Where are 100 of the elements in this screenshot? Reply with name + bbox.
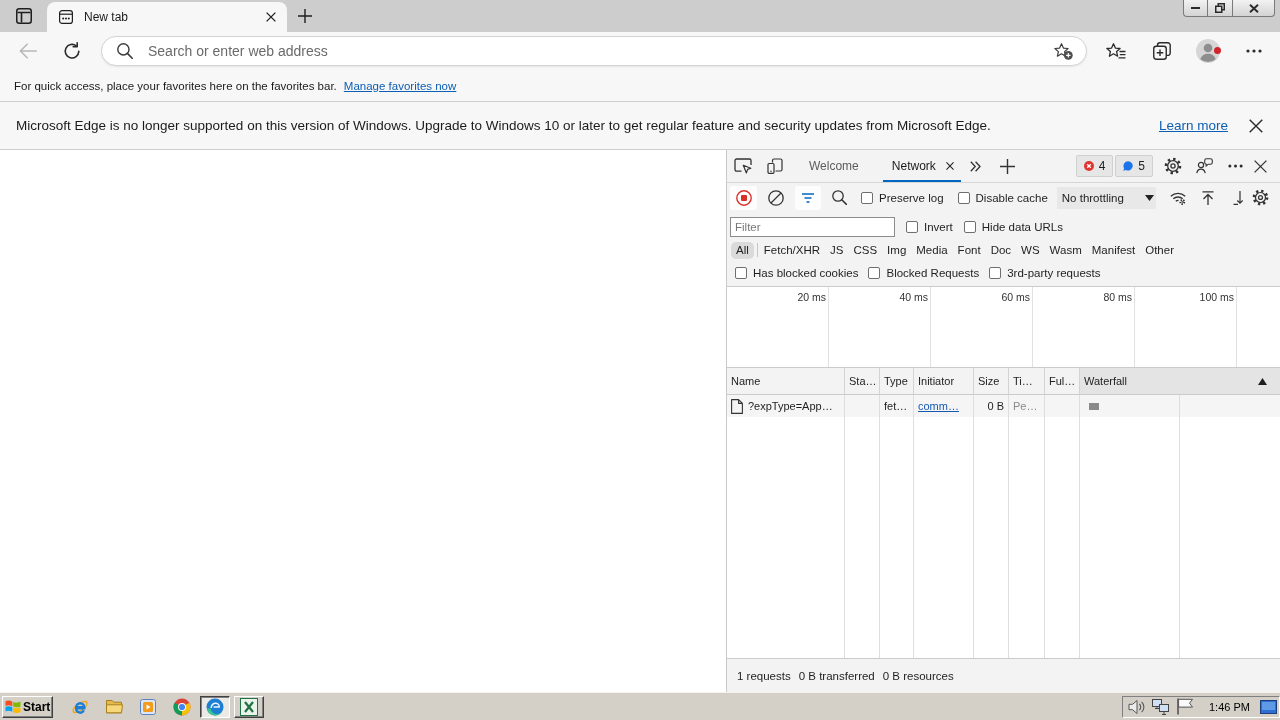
checkbox[interactable] xyxy=(906,220,918,233)
summary-text: 1 requests xyxy=(737,669,791,682)
resource-type-filter[interactable]: Doc xyxy=(985,241,1017,259)
checkbox[interactable] xyxy=(957,191,970,204)
checkbox-label: Invert xyxy=(924,220,953,233)
timeline-tick-label: 80 ms xyxy=(1103,291,1132,303)
plus-icon[interactable] xyxy=(298,9,312,23)
checkbox[interactable] xyxy=(861,191,873,204)
resource-type-filter[interactable]: All xyxy=(731,241,754,259)
timeline-tick-label: 20 ms xyxy=(797,291,826,303)
column-header[interactable]: Waterfall xyxy=(1080,368,1280,394)
monitors-icon[interactable] xyxy=(1152,698,1169,715)
checkbox[interactable] xyxy=(735,266,747,279)
initiator-link[interactable]: comm… xyxy=(918,400,959,412)
more-icon[interactable] xyxy=(1228,164,1243,168)
favorites-hint: For quick access, place your favorites here on the favorites bar. xyxy=(14,79,337,92)
column-header[interactable]: Name xyxy=(727,368,845,394)
notification-message: Microsoft Edge is no longer supported on this version of Windows. Upgrade to Windows 10 or later to get regular feature and security updates from Microsoft Edge. xyxy=(16,118,991,133)
resource-type-filter[interactable]: Media xyxy=(911,241,953,259)
resource-type-filter[interactable]: Manifest xyxy=(1086,241,1141,259)
minimize-button[interactable] xyxy=(1183,0,1208,17)
flag-icon[interactable] xyxy=(1176,698,1194,715)
record-button[interactable] xyxy=(730,185,757,210)
error-counter[interactable]: 4 xyxy=(1075,155,1114,177)
download-icon[interactable] xyxy=(1232,190,1243,205)
double-chevron-icon[interactable] xyxy=(969,160,981,172)
column-header[interactable]: Initiator xyxy=(914,368,974,394)
close-icon[interactable] xyxy=(266,12,276,22)
x-box-icon xyxy=(240,697,258,716)
column-header[interactable]: Sta… xyxy=(845,368,880,394)
clock-time: 1:46 PM xyxy=(1209,700,1250,713)
record-icon xyxy=(735,189,752,206)
speaker-icon[interactable] xyxy=(1128,698,1146,715)
wifi-gear-icon[interactable] xyxy=(1169,190,1186,205)
resource-type-filter[interactable]: CSS xyxy=(848,241,883,259)
folder-icon[interactable] xyxy=(106,699,123,714)
taskbar-button[interactable] xyxy=(200,695,230,718)
phone-tablet-icon[interactable] xyxy=(767,158,783,174)
filter-field[interactable]: Filter xyxy=(730,216,895,237)
resource-type-filter[interactable]: Font xyxy=(952,241,986,259)
checkbox-label: Disable cache xyxy=(975,191,1048,204)
manage-favorites-link[interactable]: Manage favorites now xyxy=(343,79,457,92)
column-header[interactable]: Type xyxy=(880,368,914,394)
address-field[interactable]: Search or enter web address xyxy=(148,43,1054,59)
resource-type-filter[interactable]: JS xyxy=(825,241,849,259)
address-bar[interactable]: Search or enter web address xyxy=(101,36,1087,66)
column-header[interactable]: Size xyxy=(974,368,1009,394)
flag-logo-icon xyxy=(5,699,21,714)
message-counter[interactable]: 5 xyxy=(1115,155,1153,177)
filter-button[interactable] xyxy=(795,185,821,210)
checkbox[interactable] xyxy=(868,266,881,279)
resource-type-filter[interactable]: Img xyxy=(882,241,912,259)
person-bubble-icon[interactable] xyxy=(1196,158,1213,174)
star-plus-icon[interactable] xyxy=(1054,42,1073,60)
resource-type-filter[interactable]: Wasm xyxy=(1044,241,1087,259)
throttling-select[interactable]: No throttling xyxy=(1056,186,1156,209)
resource-type-filter[interactable]: Fetch/XHR xyxy=(758,241,826,259)
settings-icon[interactable] xyxy=(1164,157,1182,175)
resource-type-filter[interactable]: WS xyxy=(1016,241,1045,259)
checkbox[interactable] xyxy=(989,266,1002,279)
browser-tab[interactable]: New tab xyxy=(47,2,287,32)
devtools-tab[interactable]: Network xyxy=(882,150,961,182)
learn-more-link[interactable]: Learn more xyxy=(1158,118,1228,133)
close-icon[interactable] xyxy=(1249,118,1263,133)
start-button[interactable]: Start xyxy=(2,695,53,718)
play-icon[interactable] xyxy=(140,698,156,715)
restore-button[interactable] xyxy=(1208,0,1233,17)
upload-icon[interactable] xyxy=(1201,190,1214,205)
slashed-circle-icon[interactable] xyxy=(768,189,784,206)
summary-text: 0 B transferred xyxy=(798,669,875,682)
devtools-tab[interactable]: Welcome xyxy=(800,150,868,182)
column-header[interactable]: Ti… xyxy=(1009,368,1045,394)
squares-plus-icon[interactable] xyxy=(1153,42,1171,60)
timeline-tick-label: 60 ms xyxy=(1001,291,1030,303)
star-list-icon[interactable] xyxy=(1106,43,1126,59)
checkbox-label: Preserve log xyxy=(879,191,944,204)
close-icon[interactable] xyxy=(945,162,954,170)
box-cursor-icon[interactable] xyxy=(734,158,752,174)
waterfall-bar xyxy=(1089,402,1099,410)
screen-icon[interactable] xyxy=(1260,699,1277,714)
resource-type-filter[interactable]: Other xyxy=(1140,241,1179,259)
more-icon[interactable] xyxy=(1246,49,1262,53)
checkbox[interactable] xyxy=(963,220,976,233)
file-icon xyxy=(731,398,743,414)
table-cell: Pe… xyxy=(1013,400,1038,412)
filter-icon xyxy=(802,192,814,203)
plus-icon[interactable] xyxy=(999,158,1015,174)
settings-icon[interactable] xyxy=(1251,189,1269,206)
summary-text: 0 B resources xyxy=(882,669,954,682)
panel-layout-icon[interactable] xyxy=(15,8,32,24)
request-row[interactable]: ?expType=App… fet… comm… 0 B Pe… xyxy=(727,395,1280,417)
request-name: ?expType=App… xyxy=(748,400,833,412)
search-icon[interactable] xyxy=(832,190,847,205)
close-button[interactable] xyxy=(1233,0,1275,17)
ring-logo-icon[interactable] xyxy=(173,697,191,716)
profile-avatar-icon[interactable] xyxy=(1196,39,1220,63)
close-icon[interactable] xyxy=(1254,159,1267,173)
refresh-icon[interactable] xyxy=(63,42,81,60)
checkbox-label: Has blocked cookies xyxy=(753,266,859,279)
restore-icon xyxy=(1215,3,1225,13)
